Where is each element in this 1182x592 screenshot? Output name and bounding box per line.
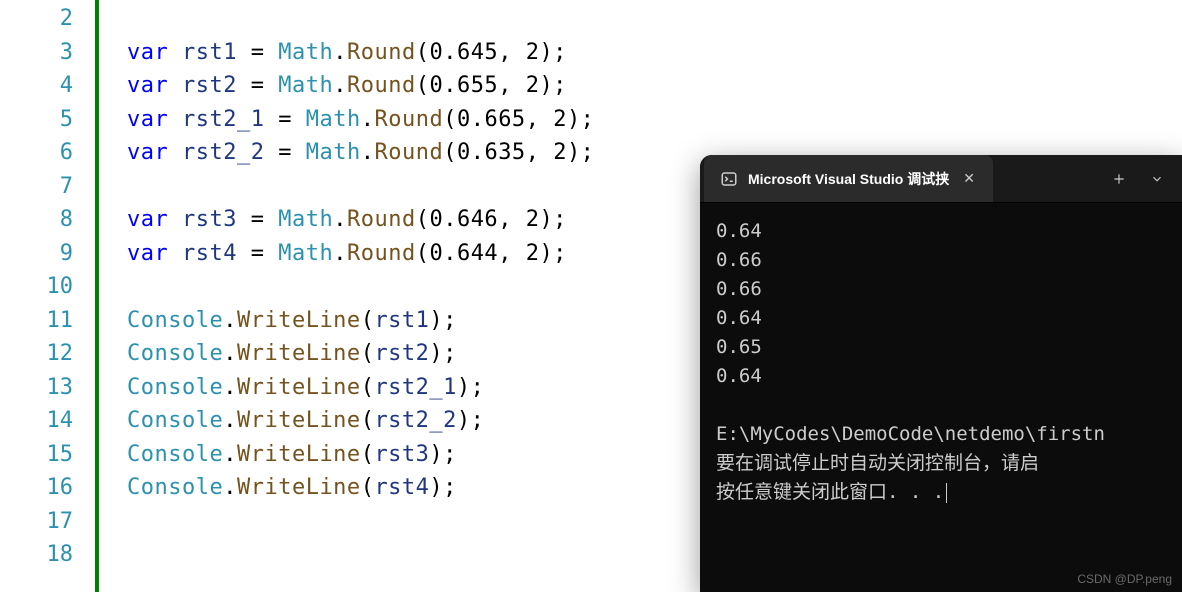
line-number: 4: [0, 69, 73, 103]
line-number: 9: [0, 237, 73, 271]
line-number: 7: [0, 170, 73, 204]
line-number: 12: [0, 337, 73, 371]
terminal-tab-title: Microsoft Visual Studio 调试挟: [748, 169, 949, 189]
line-number: 6: [0, 136, 73, 170]
terminal-tab-bar: Microsoft Visual Studio 调试挟 ✕: [700, 155, 1182, 203]
code-line[interactable]: var rst2_1 = Math.Round(0.665, 2);: [127, 103, 1182, 137]
bracket-guide: [95, 0, 99, 592]
line-number: 8: [0, 203, 73, 237]
code-line[interactable]: [127, 2, 1182, 36]
terminal-output[interactable]: 0.640.660.660.640.650.64 E:\MyCodes\Demo…: [700, 203, 1182, 521]
code-line[interactable]: var rst2 = Math.Round(0.655, 2);: [127, 69, 1182, 103]
debug-console-window: Microsoft Visual Studio 调试挟 ✕ 0.640.660.…: [700, 155, 1182, 592]
terminal-output-line: 0.66: [716, 275, 1166, 304]
line-number: 3: [0, 36, 73, 70]
line-number: 13: [0, 371, 73, 405]
terminal-icon: [720, 170, 738, 188]
line-number: 5: [0, 103, 73, 137]
line-number: 16: [0, 471, 73, 505]
line-number: 14: [0, 404, 73, 438]
cursor-icon: [946, 483, 947, 503]
line-number-gutter: 23456789101112131415161718: [0, 0, 85, 592]
line-number: 2: [0, 2, 73, 36]
close-icon[interactable]: ✕: [959, 168, 979, 189]
terminal-output-line: 0.66: [716, 246, 1166, 275]
line-number: 10: [0, 270, 73, 304]
terminal-prompt-line: 按任意键关闭此窗口. . .: [716, 478, 1166, 507]
terminal-path-line: E:\MyCodes\DemoCode\netdemo\firstn: [716, 420, 1166, 449]
line-number: 18: [0, 538, 73, 572]
terminal-tab[interactable]: Microsoft Visual Studio 调试挟 ✕: [704, 155, 993, 202]
line-number: 17: [0, 505, 73, 539]
code-line[interactable]: var rst1 = Math.Round(0.645, 2);: [127, 36, 1182, 70]
terminal-output-line: 0.64: [716, 362, 1166, 391]
watermark-text: CSDN @DP.peng: [1077, 572, 1172, 586]
terminal-hint-line: 要在调试停止时自动关闭控制台，请启: [716, 449, 1166, 478]
terminal-output-line: 0.65: [716, 333, 1166, 362]
terminal-output-line: 0.64: [716, 304, 1166, 333]
split-dropdown-icon[interactable]: [1150, 172, 1164, 186]
terminal-output-line: 0.64: [716, 217, 1166, 246]
terminal-actions: [1094, 172, 1182, 186]
line-number: 11: [0, 304, 73, 338]
new-tab-button[interactable]: [1112, 172, 1126, 186]
line-number: 15: [0, 438, 73, 472]
